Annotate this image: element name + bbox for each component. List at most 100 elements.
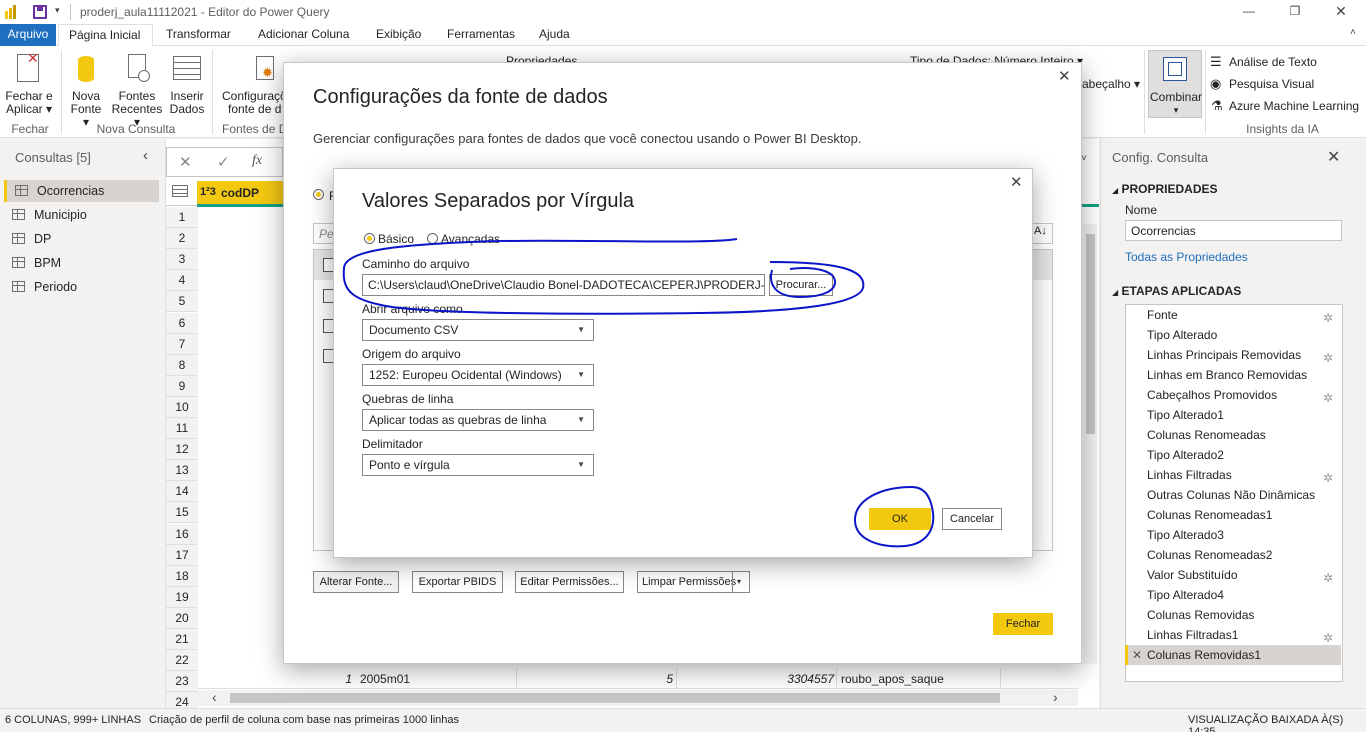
applied-step[interactable]: Outras Colunas Não Dinâmicas <box>1125 485 1341 505</box>
applied-step[interactable]: Tipo Alterado3 <box>1125 525 1341 545</box>
row-number[interactable]: 6 <box>166 312 198 334</box>
query-item-periodo[interactable]: Periodo <box>4 276 159 298</box>
row-number[interactable]: 5 <box>166 291 198 313</box>
row-number[interactable]: 3 <box>166 249 198 271</box>
scrollbar-thumb[interactable] <box>1086 234 1095 434</box>
close-apply-button[interactable]: ✕ Fechar e Aplicar ▾ <box>4 51 54 118</box>
use-headers-button[interactable]: abeçalho ▾ <box>1082 77 1140 91</box>
query-item-bpm[interactable]: BPM <box>4 252 159 274</box>
query-item-dp[interactable]: DP <box>4 228 159 250</box>
tab-pagina-inicial[interactable]: Página Inicial <box>58 24 153 46</box>
vision-button[interactable]: ◉ Pesquisa Visual <box>1210 76 1360 94</box>
applied-step[interactable]: Colunas Renomeadas1 <box>1125 505 1341 525</box>
query-name-input[interactable]: Ocorrencias <box>1125 220 1342 241</box>
row-number[interactable]: 1 <box>166 207 198 228</box>
row-number[interactable]: 16 <box>166 523 198 545</box>
row-number[interactable]: 21 <box>166 629 198 650</box>
advanced-radio[interactable] <box>427 233 438 244</box>
query-item-municipio[interactable]: Municipio <box>4 204 159 226</box>
collapse-ribbon-icon[interactable]: ˄ <box>1350 27 1356 38</box>
applied-step[interactable]: Colunas Removidas <box>1125 605 1341 625</box>
row-number[interactable]: 23 <box>166 671 198 693</box>
cancel-formula-icon[interactable]: ✕ <box>179 153 192 171</box>
status-profiling[interactable]: Criação de perfil de coluna com base nas… <box>149 714 459 726</box>
cancel-button[interactable]: Cancelar <box>942 508 1002 530</box>
row-number[interactable]: 20 <box>166 607 198 629</box>
recent-sources-button[interactable]: Fontes Recentes ▾ <box>108 52 166 129</box>
vertical-scrollbar[interactable] <box>1083 224 1097 664</box>
enter-data-button[interactable]: Inserir Dados <box>167 52 207 118</box>
open-as-select[interactable]: Documento CSV ▼ <box>362 319 594 341</box>
chevron-down-icon[interactable]: ▾ <box>737 572 741 592</box>
triangle-down-icon[interactable]: ◢ <box>1112 186 1118 195</box>
applied-step[interactable]: Tipo Alterado <box>1125 325 1341 345</box>
applied-step[interactable]: Tipo Alterado2 <box>1125 445 1341 465</box>
query-item-ocorrencias[interactable]: Ocorrencias <box>4 180 159 202</box>
tab-ajuda[interactable]: Ajuda <box>529 24 580 46</box>
close-settings-icon[interactable]: ✕ <box>1327 147 1340 167</box>
quick-access-dropdown-icon[interactable]: ▾ <box>55 5 60 16</box>
text-analytics-button[interactable]: ☰ Análise de Texto <box>1210 54 1360 72</box>
change-source-button[interactable]: Alterar Fonte... <box>313 571 399 593</box>
tab-exibicao[interactable]: Exibição <box>366 24 431 46</box>
applied-step[interactable]: Colunas Renomeadas2 <box>1125 545 1341 565</box>
applied-step[interactable]: Colunas Renomeadas <box>1125 425 1341 445</box>
scroll-right-icon[interactable]: › <box>1053 689 1058 705</box>
applied-step[interactable]: Fonte ✲ <box>1125 305 1341 325</box>
basic-radio-label[interactable]: Básico <box>378 232 414 246</box>
applied-step[interactable]: Linhas em Branco Removidas <box>1125 365 1341 385</box>
close-dialog-button[interactable]: Fechar <box>993 613 1053 635</box>
data-source-settings-button[interactable]: ✹ Configuraçõ fonte de d <box>218 52 287 118</box>
advanced-radio-label[interactable]: Avançadas <box>441 232 500 246</box>
row-number[interactable]: 7 <box>166 333 198 355</box>
column-header-coddp[interactable]: 1²3 codDP <box>197 181 283 206</box>
applied-step[interactable]: ✕ Colunas Removidas1 <box>1125 645 1341 665</box>
triangle-down-icon[interactable]: ◢ <box>1112 288 1118 297</box>
scroll-left-icon[interactable]: ‹ <box>212 689 217 705</box>
applied-step[interactable]: Valor Substituído ✲ <box>1125 565 1341 585</box>
basic-radio[interactable] <box>364 233 375 244</box>
tab-ferramentas[interactable]: Ferramentas <box>437 24 525 46</box>
edit-permissions-button[interactable]: Editar Permissões... <box>515 571 624 593</box>
delimiter-select[interactable]: Ponto e vírgula ▼ <box>362 454 594 476</box>
scrollbar-thumb[interactable] <box>230 693 1000 703</box>
row-number[interactable]: 12 <box>166 439 198 461</box>
file-origin-select[interactable]: 1252: Europeu Ocidental (Windows) ▼ <box>362 364 594 386</box>
applied-step[interactable]: Cabeçalhos Promovidos ✲ <box>1125 385 1341 405</box>
applied-step[interactable]: Linhas Filtradas1 ✲ <box>1125 625 1341 645</box>
new-source-button[interactable]: Nova Fonte ▾ <box>66 52 106 129</box>
save-icon[interactable] <box>33 5 47 19</box>
dialog-close-icon[interactable]: ✕ <box>1058 67 1071 85</box>
tab-adicionar-coluna[interactable]: Adicionar Coluna <box>248 24 359 46</box>
restore-button[interactable]: ❐ <box>1272 0 1318 24</box>
tab-transformar[interactable]: Transformar <box>156 24 241 46</box>
row-number[interactable]: 15 <box>166 502 198 524</box>
minimize-button[interactable]: — <box>1226 0 1272 24</box>
row-number[interactable]: 17 <box>166 544 198 566</box>
browse-button[interactable]: Procurar... <box>769 274 833 296</box>
collapse-queries-icon[interactable]: ‹ <box>143 147 148 164</box>
export-pbids-button[interactable]: Exportar PBIDS <box>412 571 503 593</box>
row-number[interactable]: 14 <box>166 481 198 503</box>
row-number[interactable]: 9 <box>166 375 198 397</box>
row-number[interactable]: 4 <box>166 270 198 292</box>
file-path-input[interactable]: C:\Users\claud\OneDrive\Claudio Bonel-DA… <box>362 274 765 296</box>
row-number[interactable]: 19 <box>166 586 198 608</box>
sort-az-icon[interactable]: A↓ <box>1034 225 1047 237</box>
horizontal-scrollbar[interactable]: ‹ › <box>198 689 1078 706</box>
line-breaks-select[interactable]: Aplicar todas as quebras de linha ▼ <box>362 409 594 431</box>
applied-step[interactable]: Linhas Principais Removidas ✲ <box>1125 345 1341 365</box>
close-window-button[interactable]: ✕ <box>1318 0 1364 24</box>
row-number[interactable]: 2 <box>166 228 198 250</box>
fx-icon[interactable]: fx <box>252 153 262 169</box>
integer-type-icon[interactable]: 1²3 <box>200 186 216 198</box>
applied-step[interactable]: Tipo Alterado1 <box>1125 405 1341 425</box>
row-number[interactable]: 11 <box>166 418 198 439</box>
row-number[interactable]: 8 <box>166 354 198 376</box>
commit-formula-icon[interactable]: ✓ <box>217 153 230 171</box>
applied-step[interactable]: Tipo Alterado4 <box>1125 585 1341 605</box>
row-number[interactable]: 22 <box>166 650 198 672</box>
all-properties-link[interactable]: Todas as Propriedades <box>1125 250 1248 264</box>
clear-permissions-button[interactable]: Limpar Permissões ▾ <box>637 571 750 593</box>
csv-dialog-close-icon[interactable]: ✕ <box>1010 173 1023 191</box>
